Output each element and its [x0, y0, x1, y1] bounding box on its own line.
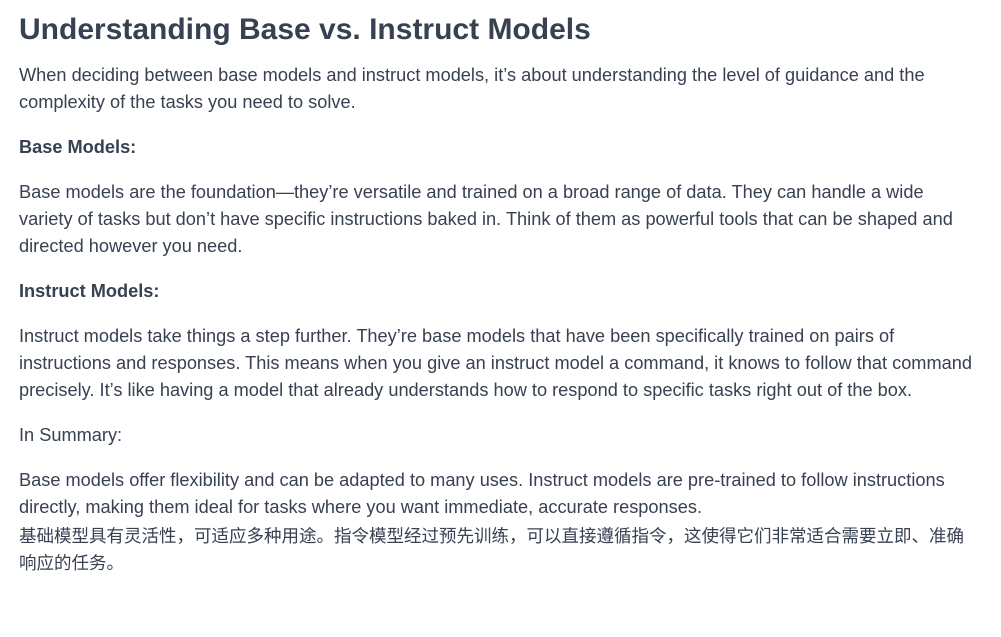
summary-paragraph: Base models offer flexibility and can be…	[19, 470, 945, 517]
instruct-models-heading: Instruct Models:	[19, 281, 160, 301]
summary-chinese-paragraph: 基础模型具有灵活性，可适应多种用途。指令模型经过预先训练，可以直接遵循指令，这使…	[19, 527, 964, 574]
base-models-heading: Base Models:	[19, 137, 137, 157]
page-title: Understanding Base vs. Instruct Models	[19, 13, 591, 46]
instruct-models-paragraph: Instruct models take things a step furth…	[19, 326, 972, 400]
article: Understanding Base vs. Instruct Models W…	[0, 0, 1001, 578]
intro-paragraph: When deciding between base models and in…	[19, 65, 925, 112]
base-models-paragraph: Base models are the foundation—they’re v…	[19, 182, 953, 256]
summary-heading: In Summary:	[19, 425, 123, 445]
